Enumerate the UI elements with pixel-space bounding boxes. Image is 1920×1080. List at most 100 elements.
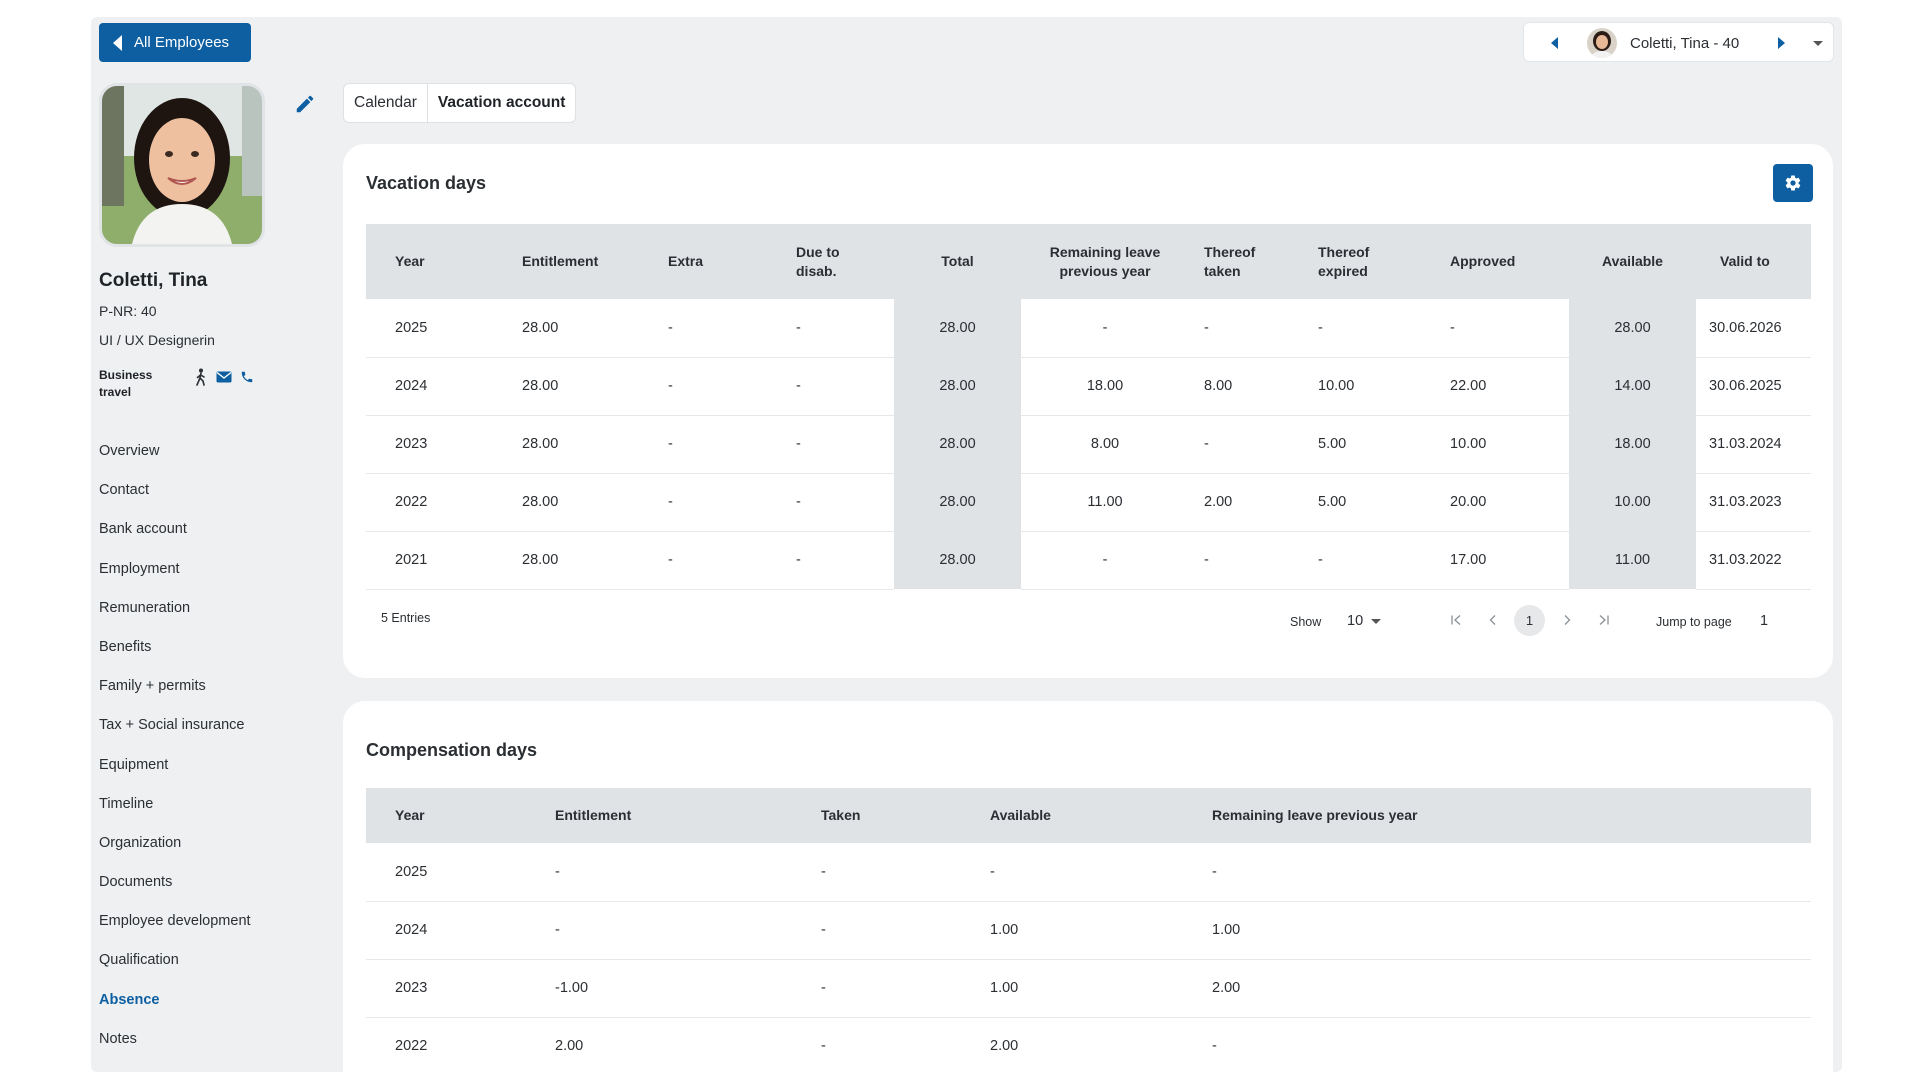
table-cell: - [639,531,767,590]
table-cell: - [792,1017,961,1072]
table-cell: 18.00 [1021,357,1189,416]
table-cell: 11.00 [1569,531,1696,589]
jump-to-page-input[interactable]: 1 [1760,613,1790,629]
sidebar-item-notes[interactable]: Notes [99,1031,251,1070]
table-cell: - [961,843,1183,902]
page-size-value: 10 [1347,613,1364,629]
sidebar-item-qualification[interactable]: Qualification [99,952,251,991]
table-cell: - [639,473,767,532]
sidebar-item-organization[interactable]: Organization [99,835,251,874]
comp-col-entitlement: Entitlement [526,788,792,843]
sidebar-item-bank-account[interactable]: Bank account [99,521,251,560]
table-row: 2023 -1.00-1.00 2.00 [366,959,1811,1018]
table-cell: 1.00 [961,901,1183,960]
sidebar-item-timeline[interactable]: Timeline [99,796,251,835]
comp-col-taken: Taken [792,788,961,843]
table-row: 2021 28.00- -28.00- - -17.00 11.00 31.03.2022 [366,531,1811,590]
all-employees-button[interactable]: All Employees [99,23,251,62]
sidebar-item-family-permits[interactable]: Family + permits [99,678,251,717]
jump-to-page-label: Jump to page [1656,615,1732,629]
table-cell: 2023 [366,959,526,1018]
compensation-header-row: Year Entitlement Taken Available Remaini… [366,788,1811,843]
tab-vacation-account[interactable]: Vacation account [426,84,575,122]
table-cell: - [526,901,792,960]
table-cell: - [792,843,961,902]
table-cell: 2024 [366,901,526,960]
page-size-select[interactable]: 10 [1347,613,1382,629]
table-cell: 5.00 [1300,473,1427,532]
sidebar-item-employment[interactable]: Employment [99,561,251,600]
settings-button[interactable] [1773,164,1813,202]
absence-tabs: Calendar Vacation account [343,83,577,123]
sidebar-item-equipment[interactable]: Equipment [99,757,251,796]
col-valid-to: Valid to [1696,224,1811,299]
table-cell: 17.00 [1427,531,1569,590]
table-cell: - [1183,1017,1811,1072]
chevron-right-icon[interactable] [1778,37,1785,49]
all-employees-label: All Employees [134,34,230,51]
sidebar-item-employee-development[interactable]: Employee development [99,913,251,952]
table-cell: 30.06.2025 [1696,357,1811,416]
col-approved: Approved [1427,224,1569,299]
previous-page-icon[interactable] [1474,604,1511,636]
tab-calendar[interactable]: Calendar [344,84,427,122]
vacation-days-title: Vacation days [366,173,487,193]
table-cell: - [1021,531,1189,590]
sidebar-item-tax-social-insurance[interactable]: Tax + Social insurance [99,717,251,756]
first-page-icon[interactable] [1437,604,1474,636]
employee-app: All Employees Coletti, Tina - 40 Coletti… [91,17,1842,1072]
table-row: 2022 28.00- -28.00 11.00 2.00 5.00 20.00 10.00 3… [366,473,1811,532]
sidebar-item-remuneration[interactable]: Remuneration [99,600,251,639]
entries-count: 5 Entries [381,611,431,625]
compensation-days-card: Compensation days Year Entitlement Taken… [343,701,1833,1072]
table-cell: - [1300,531,1427,590]
table-cell: 2023 [366,415,493,474]
table-cell: - [1189,531,1300,590]
table-cell: - [639,415,767,474]
table-row: 2025 28.00- -28.00- - - -28.00 30.06.2026 [366,299,1811,358]
table-cell: - [1189,415,1300,474]
table-cell: 1.00 [1183,901,1811,960]
compensation-table-body: 2025- - - -2024- -1.00 1.00 2023 -1.00-1.00 2.00… [366,843,1811,1072]
employee-pnr: P-NR: 40 [99,303,157,319]
table-cell: 28.00 [894,531,1021,589]
last-page-icon[interactable] [1585,604,1622,636]
comp-col-remaining-leave: Remaining leave previous year [1183,788,1811,843]
compensation-days-title: Compensation days [366,740,538,760]
table-cell: 30.06.2026 [1696,299,1811,358]
show-label: Show [1290,615,1322,629]
table-cell: 10.00 [1569,473,1696,531]
table-cell: 28.00 [894,415,1021,473]
next-page-icon[interactable] [1548,604,1585,636]
table-cell: - [792,901,961,960]
table-cell: 31.03.2022 [1696,531,1811,590]
current-page[interactable]: 1 [1514,604,1545,636]
table-cell: 28.00 [493,415,639,474]
vacation-header-row: Year Entitlement Extra Due to disab. Tot… [366,224,1811,299]
gear-icon [1785,175,1801,191]
pencil-icon[interactable] [294,93,316,115]
table-cell: 2.00 [1183,959,1811,1018]
col-remaining-leave: Remaining leave previous year [1021,224,1189,299]
col-thereof-expired: Thereof expired [1300,224,1427,299]
vacation-days-card: Vacation days Year Entitlement Extra Due… [343,144,1833,678]
walking-person-icon [196,368,205,386]
sidebar-item-benefits[interactable]: Benefits [99,639,251,678]
table-cell: 28.00 [1569,299,1696,357]
sidebar-item-documents[interactable]: Documents [99,874,251,913]
table-cell: - [792,959,961,1018]
phone-icon[interactable] [240,370,254,384]
switcher-employee-name: Coletti, Tina - 40 [1630,35,1740,52]
table-cell: 28.00 [894,357,1021,415]
sidebar-item-contact[interactable]: Contact [99,482,251,521]
dropdown-caret-icon[interactable] [1813,41,1823,46]
chevron-left-icon[interactable] [1551,37,1558,49]
compensation-days-table: Year Entitlement Taken Available Remaini… [366,788,1811,1072]
vacation-table-body: 2025 28.00- -28.00- - - -28.00 30.06.2026 2024 2… [366,299,1811,590]
employee-name: Coletti, Tina [99,270,208,291]
col-entitlement: Entitlement [493,224,639,299]
sidebar-item-overview[interactable]: Overview [99,443,251,482]
sidebar-item-absence[interactable]: Absence [99,992,251,1031]
mail-icon[interactable] [216,371,232,383]
col-total: Total [894,224,1021,299]
